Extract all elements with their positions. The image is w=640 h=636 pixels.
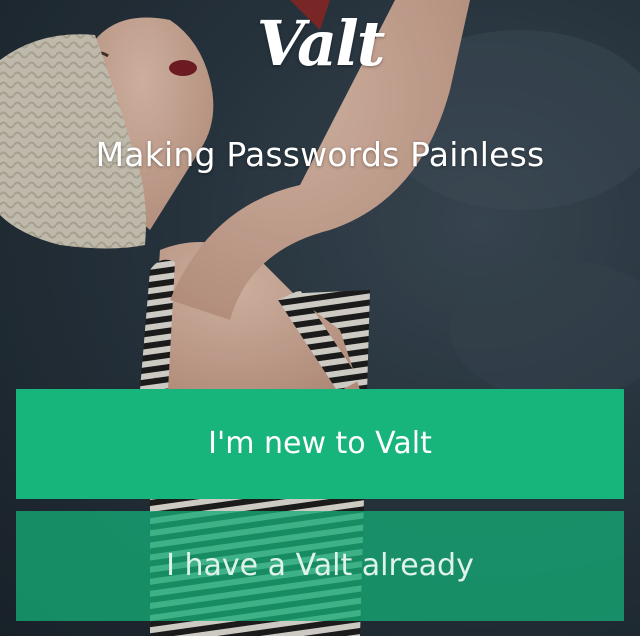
app-logo: Valt bbox=[256, 7, 386, 80]
new-user-button[interactable]: I'm new to Valt bbox=[16, 389, 624, 499]
welcome-screen: Valt Making Passwords Painless I'm new t… bbox=[0, 0, 640, 636]
tagline: Making Passwords Painless bbox=[95, 135, 545, 174]
existing-user-button[interactable]: I have a Valt already bbox=[16, 511, 624, 621]
